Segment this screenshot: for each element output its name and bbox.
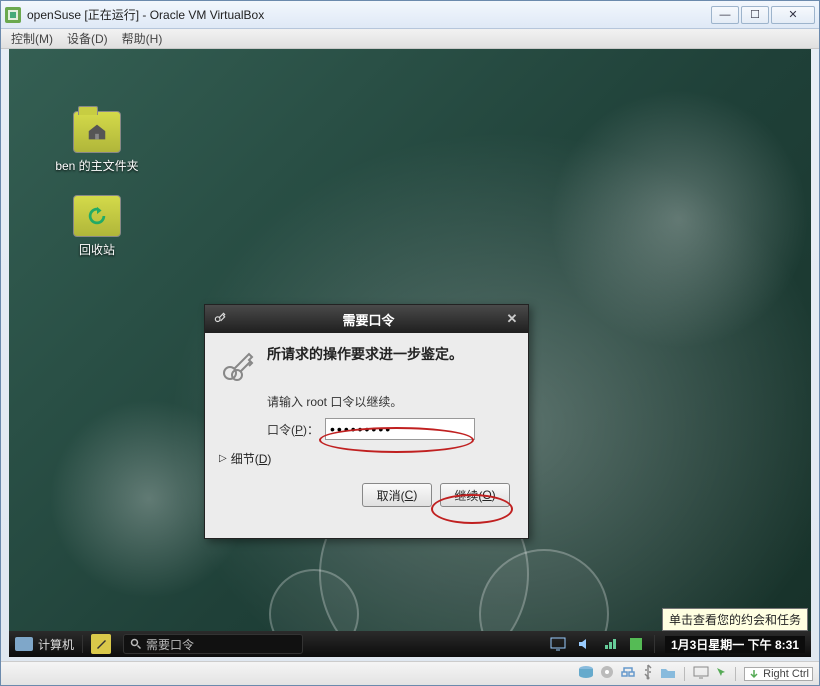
dialog-heading: 所请求的操作要求进一步鉴定。 xyxy=(267,345,463,385)
menu-help[interactable]: 帮助(H) xyxy=(122,30,163,47)
cd-icon[interactable] xyxy=(600,665,614,682)
virtualbox-statusbar: Right Ctrl xyxy=(1,661,819,685)
continue-button[interactable]: 继续(O) xyxy=(440,483,510,507)
mouse-integration-icon[interactable] xyxy=(715,665,727,682)
close-button[interactable]: ✕ xyxy=(771,6,815,24)
virtualbox-icon xyxy=(5,7,21,23)
dialog-close-button[interactable]: ✕ xyxy=(504,311,520,327)
computer-icon xyxy=(15,637,33,651)
window-titlebar[interactable]: openSuse [正在运行] - Oracle VM VirtualBox —… xyxy=(1,1,819,29)
system-tray: 1月3日星期一 下午 8:31 xyxy=(550,635,811,653)
host-key-indicator[interactable]: Right Ctrl xyxy=(744,667,813,681)
display-icon[interactable] xyxy=(550,636,566,652)
icon-label: 回收站 xyxy=(47,241,147,258)
network-icon[interactable] xyxy=(602,636,618,652)
home-folder-icon[interactable]: ben 的主文件夹 xyxy=(47,111,147,174)
key-icon xyxy=(213,311,227,328)
guest-taskbar: 计算机 需要口令 xyxy=(9,631,811,657)
cancel-button[interactable]: 取消(C) xyxy=(362,483,432,507)
separator xyxy=(82,635,83,653)
password-dialog: 需要口令 ✕ 所请求的操作要求进一步鉴定。 请输入 root 口令以继续。 口令… xyxy=(204,304,529,539)
keys-icon xyxy=(219,345,255,385)
virtualbox-menubar: 控制(M) 设备(D) 帮助(H) xyxy=(1,29,819,49)
arrow-down-icon xyxy=(748,668,760,680)
separator xyxy=(654,635,655,653)
maximize-button[interactable]: ☐ xyxy=(741,6,769,24)
window-title: openSuse [正在运行] - Oracle VM VirtualBox xyxy=(27,6,711,23)
updates-icon[interactable] xyxy=(628,636,644,652)
network-icon[interactable] xyxy=(620,665,636,682)
vrdp-icon[interactable] xyxy=(693,665,709,682)
menu-label: 计算机 xyxy=(38,636,74,653)
search-text: 需要口令 xyxy=(146,636,194,653)
menu-devices[interactable]: 设备(D) xyxy=(67,30,108,47)
taskbar-clock[interactable]: 1月3日星期一 下午 8:31 xyxy=(665,636,805,653)
hdd-icon[interactable] xyxy=(578,665,594,682)
applications-menu-button[interactable]: 计算机 xyxy=(15,636,74,653)
taskbar-search[interactable]: 需要口令 xyxy=(123,634,303,654)
folder-icon xyxy=(73,111,121,153)
icon-label: ben 的主文件夹 xyxy=(47,157,147,174)
host-key-label: Right Ctrl xyxy=(763,668,809,680)
guest-desktop[interactable]: ben 的主文件夹 回收站 需要口令 ✕ xyxy=(9,49,811,657)
chevron-right-icon: ▷ xyxy=(219,453,227,464)
minimize-button[interactable]: — xyxy=(711,6,739,24)
bg-glow xyxy=(549,89,809,349)
dialog-message: 请输入 root 口令以继续。 xyxy=(267,393,514,410)
volume-icon[interactable] xyxy=(576,636,592,652)
usb-icon[interactable] xyxy=(642,664,654,683)
password-label: 口令(P)： xyxy=(267,421,319,438)
details-expander[interactable]: ▷ 细节(D) xyxy=(219,450,514,467)
virtualbox-window: openSuse [正在运行] - Oracle VM VirtualBox —… xyxy=(0,0,820,686)
password-input[interactable] xyxy=(325,418,475,440)
menu-control[interactable]: 控制(M) xyxy=(11,30,53,47)
shared-folder-icon[interactable] xyxy=(660,665,676,682)
clock-tooltip: 单击查看您的约会和任务 xyxy=(662,608,808,631)
dialog-title: 需要口令 xyxy=(233,310,504,329)
dialog-titlebar[interactable]: 需要口令 ✕ xyxy=(205,305,528,333)
notes-button[interactable] xyxy=(91,634,111,654)
recycle-icon xyxy=(73,195,121,237)
guest-screen: ben 的主文件夹 回收站 需要口令 ✕ xyxy=(9,49,811,657)
trash-icon[interactable]: 回收站 xyxy=(47,195,147,258)
